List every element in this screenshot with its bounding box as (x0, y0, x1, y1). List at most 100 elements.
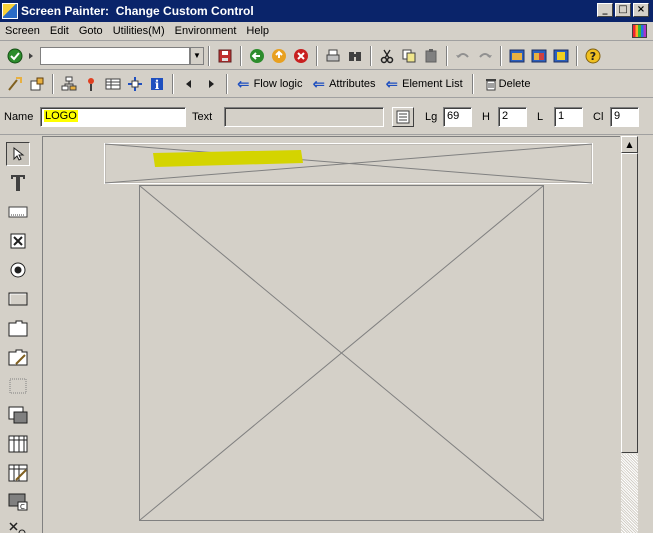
delete-button[interactable]: Delete (478, 73, 536, 95)
copy-icon[interactable] (398, 45, 420, 67)
cut-icon[interactable] (376, 45, 398, 67)
application-toolbar: i ⇐ Flow logic ⇐ Attributes ⇐ Element Li… (0, 71, 653, 98)
command-history-dropdown[interactable]: ▼ (190, 46, 204, 65)
lg-label: Lg (425, 111, 438, 123)
redo-icon[interactable] (474, 45, 496, 67)
back-icon[interactable] (246, 45, 268, 67)
logo-custom-control[interactable] (104, 143, 593, 184)
attributes-label: Attributes (329, 78, 376, 90)
flow-logic-button[interactable]: ⇐ Flow logic (232, 73, 307, 95)
tabstrip-icon[interactable] (6, 316, 30, 340)
input-field-icon[interactable] (6, 200, 30, 224)
tabstrip-wizard-icon[interactable] (6, 345, 30, 369)
toolbar-separator (576, 45, 578, 66)
arrow-left-icon: ⇐ (312, 75, 326, 93)
menu-utilities[interactable]: Utilities(M) (108, 25, 170, 37)
paste-icon[interactable] (420, 45, 442, 67)
menu-screen[interactable]: Screen (0, 25, 45, 37)
field-list-icon[interactable] (102, 73, 124, 95)
print-icon[interactable] (322, 45, 344, 67)
next-icon[interactable] (200, 73, 222, 95)
exit-icon[interactable] (268, 45, 290, 67)
layout-icon[interactable] (506, 45, 528, 67)
l-label: L (537, 111, 544, 123)
title-bar: Screen Painter: Change Custom Control _ … (0, 0, 653, 22)
toolbar-separator (446, 45, 448, 66)
shortcut-icon[interactable] (550, 45, 572, 67)
command-field[interactable] (40, 46, 190, 65)
svg-text:C: C (20, 503, 25, 511)
cancel-icon[interactable] (290, 45, 312, 67)
lg-field[interactable]: 69 (443, 107, 472, 127)
cl-field[interactable]: 9 (610, 107, 639, 127)
text-field-icon[interactable] (6, 171, 30, 195)
select-pointer-icon[interactable] (6, 142, 30, 166)
h-field[interactable]: 2 (498, 107, 527, 127)
checkbox-icon[interactable] (6, 229, 30, 253)
table-control-icon[interactable] (6, 432, 30, 456)
generate-icon[interactable] (26, 73, 48, 95)
undo-icon[interactable] (452, 45, 474, 67)
scroll-thumb[interactable] (621, 153, 638, 453)
minimize-button[interactable]: _ (597, 3, 613, 17)
toolbar-separator (172, 74, 174, 94)
list-icon (396, 110, 410, 124)
custom-control-icon[interactable]: C (6, 490, 30, 514)
info-icon[interactable]: i (146, 73, 168, 95)
menu-bar: Screen Edit Goto Utilities(M) Environmen… (0, 22, 653, 41)
sap-status-icon[interactable] (632, 24, 647, 38)
menu-goto[interactable]: Goto (74, 25, 108, 37)
table-wizard-icon[interactable] (6, 461, 30, 485)
test-icon[interactable] (4, 73, 26, 95)
find-icon[interactable] (344, 45, 366, 67)
pushbutton-icon[interactable] (6, 287, 30, 311)
scroll-track[interactable] (621, 454, 638, 533)
standard-toolbar: ▼ ? (0, 42, 653, 70)
save-icon[interactable] (214, 45, 236, 67)
layout-canvas[interactable] (42, 136, 620, 533)
arrow-left-icon: ⇐ (237, 75, 250, 93)
toolbar-separator (52, 74, 54, 94)
element-attributes-bar: Name LOGO Text Lg 69 H 2 L 1 Cl 9 (0, 99, 653, 135)
enter-icon[interactable] (4, 45, 26, 67)
hierarchy-icon[interactable] (58, 73, 80, 95)
alignment-icon[interactable] (124, 73, 146, 95)
app-icon (2, 3, 18, 19)
name-field-value: LOGO (44, 110, 78, 122)
delete-label: Delete (498, 78, 531, 90)
element-list-button[interactable]: ⇐ Element List (381, 73, 468, 95)
trash-icon (483, 73, 499, 95)
subscreen-icon[interactable] (6, 403, 30, 427)
attributes-button[interactable]: ⇐ Attributes (307, 73, 380, 95)
toolbar-separator (316, 45, 318, 66)
close-button[interactable]: × (633, 3, 649, 17)
maximize-button[interactable]: □ (615, 3, 631, 17)
menu-environment[interactable]: Environment (170, 25, 242, 37)
h-label: H (482, 111, 490, 123)
new-session-icon[interactable] (528, 45, 550, 67)
previous-icon[interactable] (178, 73, 200, 95)
box-icon[interactable] (6, 374, 30, 398)
toolbar-separator (240, 45, 242, 66)
window-title: Screen Painter: Change Custom Control (21, 4, 254, 18)
large-custom-control[interactable] (139, 185, 544, 521)
svg-text:?: ? (590, 50, 596, 63)
svg-text:i: i (155, 78, 160, 92)
name-field[interactable]: LOGO (40, 107, 186, 127)
help-icon[interactable]: ? (582, 45, 604, 67)
vertical-scrollbar[interactable]: ▲ (621, 136, 638, 533)
arrow-left-icon: ⇐ (385, 75, 399, 93)
status-icon[interactable] (6, 517, 30, 533)
l-field[interactable]: 1 (554, 107, 583, 127)
text-select-button[interactable] (392, 107, 414, 127)
toolbar-separator (370, 45, 372, 66)
command-field-toggle-icon[interactable] (26, 45, 36, 67)
menu-edit[interactable]: Edit (45, 25, 74, 37)
menu-help[interactable]: Help (241, 25, 274, 37)
toolbar-separator (500, 45, 502, 66)
pin-icon[interactable] (80, 73, 102, 95)
radio-button-icon[interactable] (6, 258, 30, 282)
scroll-up-button[interactable]: ▲ (621, 136, 638, 153)
canvas-drawing (104, 143, 593, 521)
text-field[interactable] (224, 107, 384, 127)
